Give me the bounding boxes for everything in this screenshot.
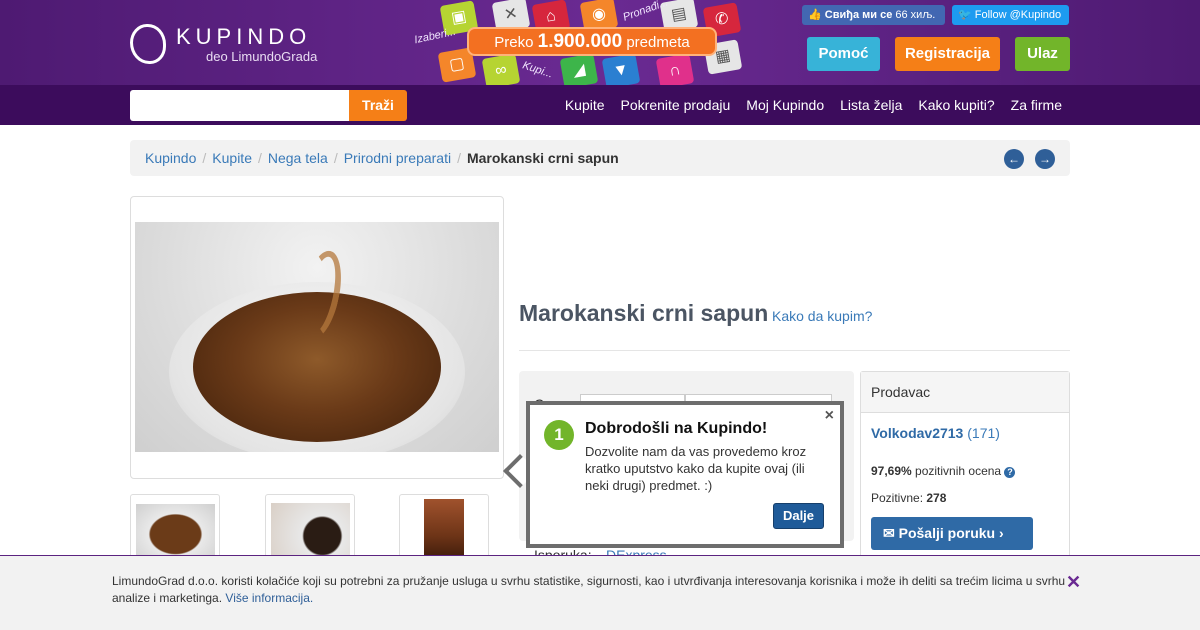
breadcrumb-separator: / <box>333 150 338 166</box>
logo-mark-icon <box>130 24 166 64</box>
cookie-text: LimundoGrad d.o.o. koristi kolačiće koji… <box>112 574 1066 605</box>
nav-link-za-firme[interactable]: Za firme <box>1011 85 1062 125</box>
product-image <box>135 222 499 452</box>
login-button[interactable]: Ulaz <box>1015 37 1070 71</box>
breadcrumb: Kupindo / Kupite / Nega tela / Prirodni … <box>130 140 1070 176</box>
seller-name-link[interactable]: Volkodav2713 (171) <box>871 425 1000 441</box>
breadcrumb-item[interactable]: Kupite <box>212 150 252 166</box>
tile-headset-icon: ∩ <box>655 53 695 89</box>
nav-link-moj-kupindo[interactable]: Moj Kupindo <box>746 85 824 125</box>
seller-rating: 97,69% pozitivnih ocena ? <box>871 464 1016 478</box>
breadcrumb-separator: / <box>257 150 262 166</box>
banner-tag-izaberi: Izaberi... <box>413 25 457 47</box>
send-message-button[interactable]: ✉ Pošalji poruku › <box>871 517 1033 550</box>
seller-positive-count: Pozitivne: 278 <box>871 491 947 505</box>
breadcrumb-item[interactable]: Kupindo <box>145 150 196 166</box>
banner-tag-kupi: Kupi... <box>520 59 555 81</box>
search-input[interactable] <box>130 90 349 121</box>
nav-link-pokrenite-prodaju[interactable]: Pokrenite prodaju <box>621 85 731 125</box>
product-thumbnail[interactable] <box>399 494 489 564</box>
banner-count-pill: Preko 1.900.000 predmeta <box>467 27 717 56</box>
logo-subtitle: deo LimundoGrada <box>206 48 318 64</box>
tour-step-badge: 1 <box>544 420 574 450</box>
thumbs-up-icon: 👍 <box>808 9 822 21</box>
tile-shirt-icon: ▼ <box>601 53 641 89</box>
seller-panel-header: Prodavac <box>861 372 1069 413</box>
search-button[interactable]: Traži <box>349 90 407 121</box>
logo-title: KUPINDO <box>176 23 312 49</box>
envelope-icon: ✉ <box>883 525 895 541</box>
nav-link-lista-zelja[interactable]: Lista želja <box>840 85 902 125</box>
how-to-buy-link[interactable]: Kako da kupim? <box>772 308 872 324</box>
nav-link-kako-kupiti[interactable]: Kako kupiti? <box>918 85 994 125</box>
help-button[interactable]: Pomoć <box>807 37 880 71</box>
navbar: Traži Kupite Pokrenite prodaju Moj Kupin… <box>0 85 1200 125</box>
arrow-right-icon[interactable]: → <box>1035 149 1055 169</box>
header: KUPINDO deo LimundoGrada ▣ ✕ ⌂ ◉ ▤ ✆ ▢ ∞… <box>0 0 1200 89</box>
twitter-bird-icon: 🐦 <box>958 9 972 21</box>
tile-shoe-icon: ◢ <box>559 53 599 89</box>
breadcrumb-item[interactable]: Nega tela <box>268 150 328 166</box>
promo-banner[interactable]: ▣ ✕ ⌂ ◉ ▤ ✆ ▢ ∞ ◢ ▼ ∩ ▦ Izaberi... Prona… <box>410 0 750 89</box>
breadcrumb-item[interactable]: Prirodni preparati <box>344 150 451 166</box>
welcome-tour-popup: 1 Dobrodošli na Kupindo! Dozvolite nam d… <box>526 401 844 548</box>
product-title: Marokanski crni sapun <box>519 300 769 326</box>
tour-text: Dozvolite nam da vas provedemo kroz krat… <box>585 444 807 493</box>
breadcrumb-separator: / <box>202 150 207 166</box>
nav-links: Kupite Pokrenite prodaju Moj Kupindo Lis… <box>549 85 1062 125</box>
tile-glasses-icon: ∞ <box>481 53 521 89</box>
kupindo-logo[interactable]: KUPINDO deo LimundoGrada <box>130 24 317 64</box>
close-icon[interactable]: ✕ <box>1066 572 1081 593</box>
breadcrumb-current: Marokanski crni sapun <box>466 150 619 166</box>
tour-title: Dobrodošli na Kupindo! <box>585 420 768 437</box>
cookie-banner: LimundoGrad d.o.o. koristi kolačiće koji… <box>0 555 1200 630</box>
tour-next-button[interactable]: Dalje <box>773 503 824 529</box>
main-product-photo[interactable] <box>130 196 504 479</box>
close-icon[interactable]: × <box>825 407 834 425</box>
register-button[interactable]: Registracija <box>895 37 1000 71</box>
twitter-follow-button[interactable]: 🐦 Follow @Kupindo <box>952 5 1069 25</box>
nav-link-kupite[interactable]: Kupite <box>565 85 605 125</box>
breadcrumb-separator: / <box>457 150 461 166</box>
product-thumbnail[interactable] <box>130 494 220 564</box>
info-icon[interactable]: ? <box>1004 467 1016 478</box>
product-thumbnail[interactable] <box>265 494 355 564</box>
chevron-right-icon: › <box>998 525 1004 541</box>
arrow-left-icon[interactable]: ← <box>1004 149 1024 169</box>
facebook-like-button[interactable]: 👍 Свиђа ми се 66 хиљ. <box>802 5 945 25</box>
cookie-more-info-link[interactable]: Više informacija. <box>225 591 313 605</box>
divider <box>519 350 1070 351</box>
